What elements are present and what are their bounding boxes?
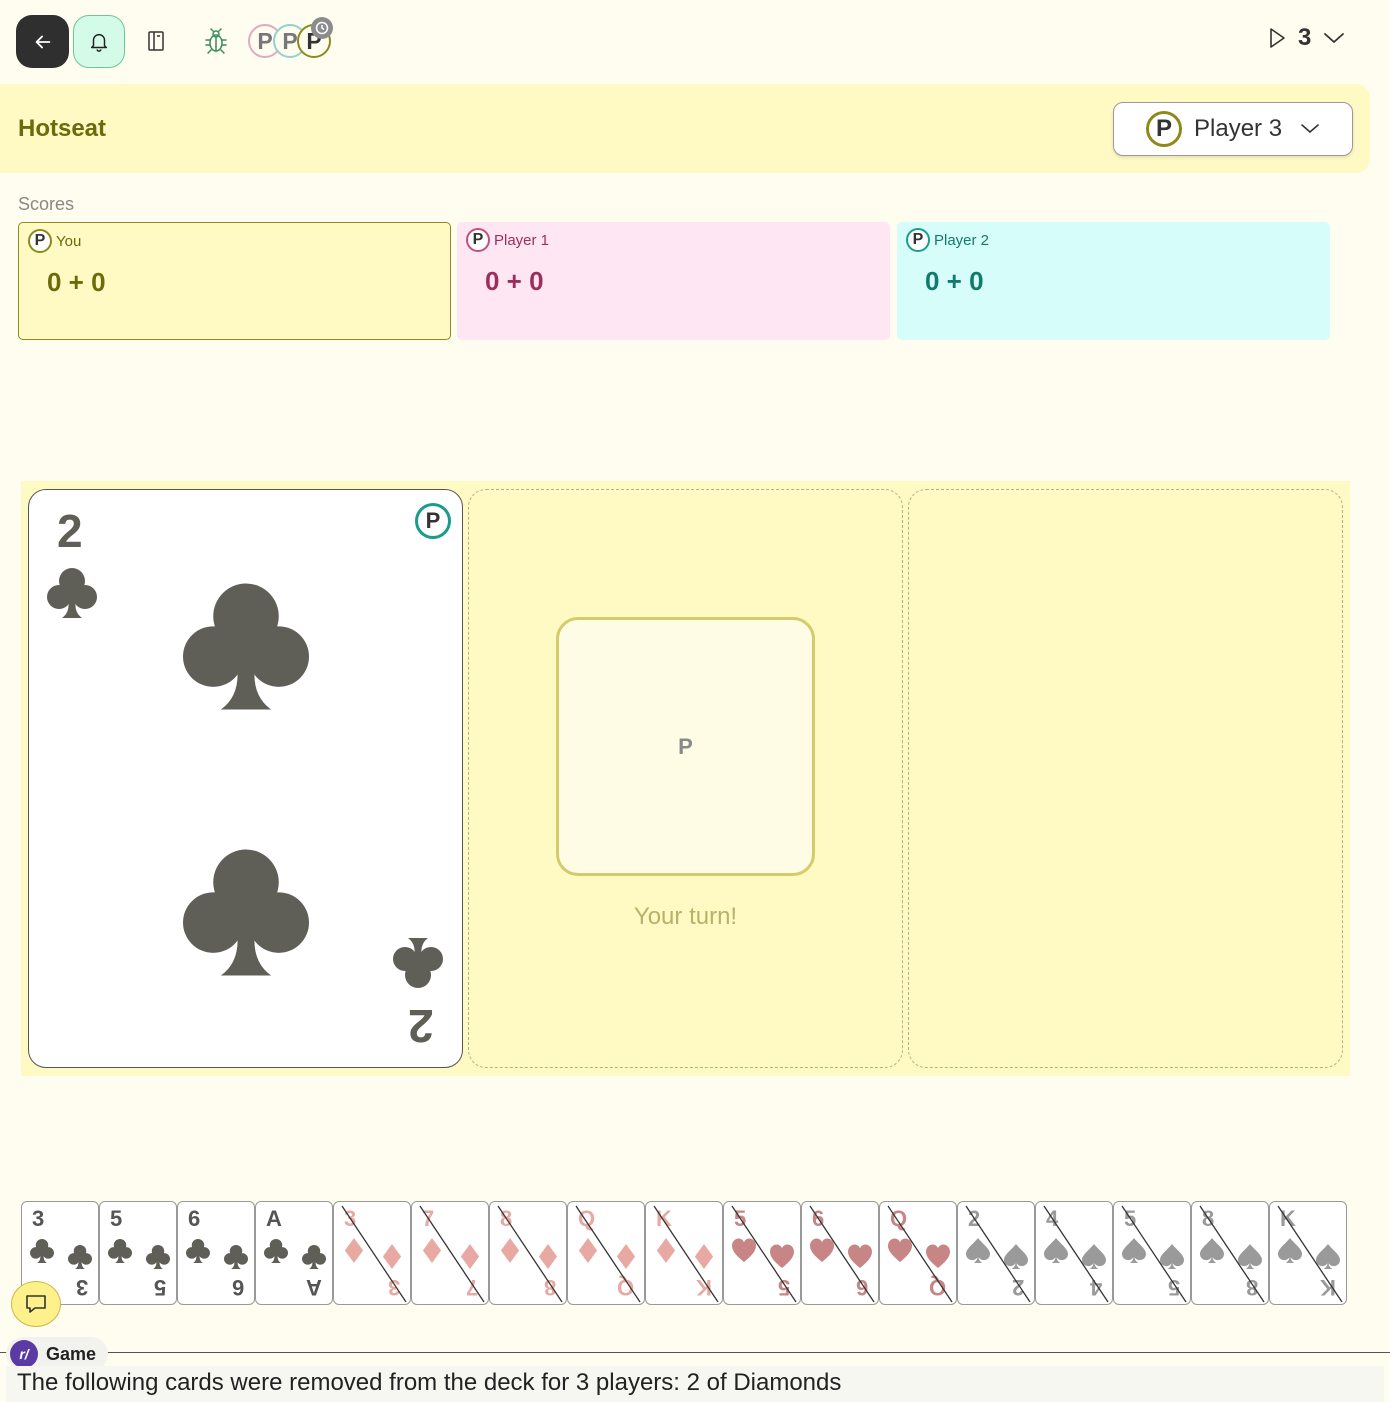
player-name: Player 1 <box>494 231 550 249</box>
turn-status-text: Your turn! <box>633 903 738 930</box>
score-card-header: P Player 2 <box>906 228 989 252</box>
club-icon <box>30 1238 54 1263</box>
log-message: The following cards were removed from th… <box>6 1366 1384 1402</box>
card-rank: 6 <box>188 1206 201 1231</box>
rules-book-icon[interactable] <box>146 30 166 57</box>
round-number: 3 <box>1298 24 1312 51</box>
score-value: 0 + 0 <box>47 267 106 297</box>
club-icon <box>146 1244 170 1269</box>
club-icon <box>302 1244 326 1269</box>
current-player-name: Player 3 <box>1194 115 1283 142</box>
hand-card[interactable]: 55 <box>99 1201 177 1305</box>
hand-card: QQ <box>567 1201 645 1305</box>
log-divider <box>0 1352 1390 1353</box>
card-rank: 5 <box>110 1206 123 1231</box>
unplayable-slash <box>497 1205 563 1303</box>
notifications-button[interactable] <box>73 15 125 68</box>
current-player-dropdown[interactable]: P Player 3 <box>1113 102 1353 156</box>
unplayable-slash <box>341 1205 407 1303</box>
score-value: 0 + 0 <box>925 266 984 296</box>
play-icon <box>1270 28 1285 48</box>
back-button[interactable] <box>16 15 69 68</box>
current-player-avatar: P <box>1146 111 1182 147</box>
hand-card: KK <box>645 1201 723 1305</box>
player-avatar: P <box>466 228 490 252</box>
game-bot-avatar: r/ <box>10 1340 38 1368</box>
score-value: 0 + 0 <box>485 266 544 296</box>
unplayable-slash <box>731 1205 797 1303</box>
card-rank-inverted: 5 <box>153 1275 166 1300</box>
unplayable-slash <box>1277 1205 1343 1303</box>
score-card-header: P Player 1 <box>466 228 549 252</box>
score-card-header: P You <box>28 229 81 253</box>
unplayable-slash <box>965 1205 1031 1303</box>
club-icon <box>47 568 97 618</box>
round-selector[interactable]: 3 <box>1268 24 1345 52</box>
score-card-player-1: P Player 1 0 + 0 <box>457 222 890 340</box>
unplayable-slash <box>1199 1205 1265 1303</box>
game-header: Hotseat P Player 3 <box>0 84 1370 173</box>
unplayable-slash <box>887 1205 953 1303</box>
hand-card: 66 <box>801 1201 879 1305</box>
unplayable-slash <box>419 1205 485 1303</box>
hand-card: 55 <box>1113 1201 1191 1305</box>
chat-bubble-icon <box>26 1295 46 1313</box>
card-rank-inverted: A <box>306 1275 322 1300</box>
hand-card[interactable]: 66 <box>177 1201 255 1305</box>
hand-card[interactable]: AA <box>255 1201 333 1305</box>
hand-card: QQ <box>879 1201 957 1305</box>
scores-label: Scores <box>18 194 75 214</box>
chat-button[interactable] <box>11 1281 61 1327</box>
card-rank-inverted: 6 <box>231 1275 244 1300</box>
score-card-player-2: P Player 2 0 + 0 <box>897 222 1330 340</box>
turn-indicator-box: P <box>556 617 815 876</box>
bug-report-icon[interactable] <box>204 28 228 59</box>
card-rank-inverted: 2 <box>408 1000 434 1052</box>
hand-card: 55 <box>723 1201 801 1305</box>
club-icon <box>224 1244 248 1269</box>
card-rank: 2 <box>57 505 83 557</box>
clock-icon <box>311 17 333 39</box>
club-icon <box>68 1244 92 1269</box>
chevron-down-icon <box>1301 124 1319 133</box>
unplayable-slash <box>1121 1205 1187 1303</box>
club-icon <box>264 1238 288 1263</box>
card-rank: A <box>266 1206 282 1231</box>
chevron-down-icon <box>1324 33 1345 43</box>
unplayable-slash <box>1043 1205 1109 1303</box>
player-name: Player 2 <box>934 231 990 249</box>
hand-card: 88 <box>1191 1201 1269 1305</box>
game-title: Hotseat <box>18 115 107 142</box>
bell-icon <box>90 33 108 52</box>
arrow-left-icon <box>35 35 50 48</box>
club-icon <box>183 849 309 976</box>
hand-card: 44 <box>1035 1201 1113 1305</box>
card-rank: 3 <box>32 1206 45 1231</box>
unplayable-slash <box>653 1205 719 1303</box>
hand-card: 33 <box>333 1201 411 1305</box>
log-source-label: Game <box>46 1343 97 1364</box>
hand-card: 77 <box>411 1201 489 1305</box>
card-rank-inverted: 3 <box>75 1275 88 1300</box>
club-icon <box>186 1238 210 1263</box>
hand-card: 88 <box>489 1201 567 1305</box>
top-bar: P P P 3 <box>0 0 1390 82</box>
hand-card: KK <box>1269 1201 1347 1305</box>
unplayable-slash <box>575 1205 641 1303</box>
player-avatar: P <box>28 229 52 253</box>
club-icon <box>108 1238 132 1263</box>
club-icon <box>393 938 443 988</box>
card-slot-3 <box>908 489 1343 1068</box>
player-avatar: P <box>906 228 930 252</box>
player-name: You <box>56 232 82 250</box>
hand-card: 22 <box>957 1201 1035 1305</box>
played-card: 2 2 P <box>28 489 463 1068</box>
unplayable-slash <box>809 1205 875 1303</box>
card-owner-avatar: P <box>415 503 451 539</box>
score-card-you: P You 0 + 0 <box>18 222 451 340</box>
club-icon <box>183 583 309 710</box>
